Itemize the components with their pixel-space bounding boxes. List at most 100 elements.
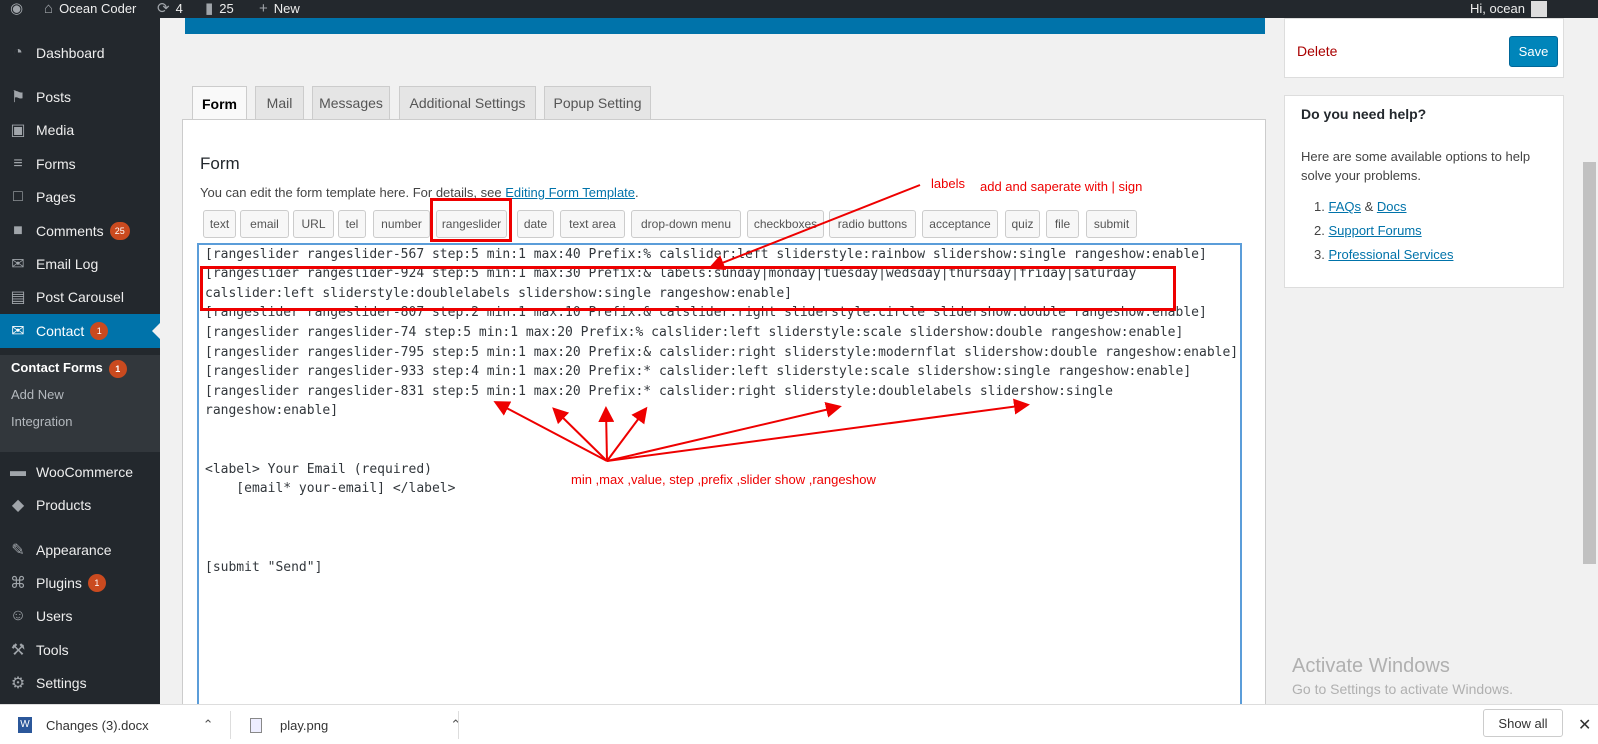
tag-button-file[interactable]: file xyxy=(1046,210,1079,238)
close-icon[interactable]: ✕ xyxy=(1578,705,1591,744)
help-text: Here are some available options to help … xyxy=(1301,149,1531,183)
professional-services-link[interactable]: Professional Services xyxy=(1328,247,1453,262)
notice-bar xyxy=(185,18,1265,34)
tab-mail[interactable]: Mail xyxy=(255,86,304,119)
pages-icon: □ xyxy=(13,188,23,205)
sidebar-item-pages[interactable]: □ Pages xyxy=(0,180,160,214)
tab-form[interactable]: Form xyxy=(192,86,247,120)
chevron-up-icon[interactable]: ⌃ xyxy=(450,717,461,733)
code-line: [rangeslider rangeslider-74 step:5 min:1… xyxy=(205,325,1184,340)
annotation-labels: labels xyxy=(931,176,965,191)
code-line: [rangeslider rangeslider-831 step:5 min:… xyxy=(205,384,1113,399)
forms-icon: ≡ xyxy=(13,155,23,172)
faqs-link[interactable]: FAQs xyxy=(1328,199,1361,214)
sidebar-item-label: WooCommerce xyxy=(36,464,133,480)
sidebar-item-contact[interactable]: ✉ Contact 1 xyxy=(0,314,160,348)
submenu-item-add-new[interactable]: Add New xyxy=(11,387,64,402)
help-title: Do you need help? xyxy=(1301,106,1427,122)
annotation-parameters-note: min ,max ,value, step ,prefix ,slider sh… xyxy=(571,472,876,487)
save-button[interactable]: Save xyxy=(1509,36,1558,67)
sidebar-item-dashboard[interactable]: ◔ Dashboard xyxy=(0,36,160,70)
download-item-png[interactable]: play.png ⌃ xyxy=(250,705,461,744)
sidebar-item-label: Forms xyxy=(36,156,76,172)
sidebar-item-forms[interactable]: ≡ Forms xyxy=(0,147,160,181)
mail-icon: ✉ xyxy=(11,323,25,340)
code-line: <label> Your Email (required) xyxy=(205,462,432,477)
count-badge: 25 xyxy=(109,222,130,240)
pin-icon: ⚑ xyxy=(10,89,26,106)
tag-button-number[interactable]: number xyxy=(373,210,430,238)
new-content-link[interactable]: + New xyxy=(259,0,300,18)
rangeslider-highlight-box xyxy=(430,198,512,242)
tag-button-radio-buttons[interactable]: radio buttons xyxy=(829,210,916,238)
sidebar-item-products[interactable]: ◆ Products xyxy=(0,488,160,522)
tab-popup-setting[interactable]: Popup Setting xyxy=(544,86,651,119)
tag-button-checkboxes[interactable]: checkboxes xyxy=(747,210,824,238)
sidebar-item-label: Post Carousel xyxy=(36,289,124,305)
tag-button-drop-down-menu[interactable]: drop-down menu xyxy=(631,210,741,238)
form-heading: Form xyxy=(200,154,240,173)
delete-link[interactable]: Delete xyxy=(1297,43,1337,59)
admin-bar: ◉ ⌂ Ocean Coder ⟳ 4 ▮ 25 + New Hi, ocean xyxy=(0,0,1598,18)
activate-windows-watermark: Activate Windows Go to Settings to activ… xyxy=(1292,655,1513,697)
carousel-icon: ▤ xyxy=(10,289,26,306)
sidebar-item-tools[interactable]: ⚒ Tools xyxy=(0,633,160,667)
sidebar-item-comments[interactable]: ■ Comments 25 xyxy=(0,214,160,248)
tag-button-text-area[interactable]: text area xyxy=(560,210,625,238)
code-line: rangeshow:enable] xyxy=(205,403,339,418)
show-all-button[interactable]: Show all xyxy=(1483,709,1563,737)
tag-button-text[interactable]: text xyxy=(203,210,236,238)
sidebar-item-label: Media xyxy=(36,122,75,138)
tag-button-url[interactable]: URL xyxy=(293,210,334,238)
support-forums-link[interactable]: Support Forums xyxy=(1328,223,1421,238)
users-icon: ☺ xyxy=(9,607,27,624)
download-item-docx[interactable]: W Changes (3).docx ⌃ xyxy=(18,705,214,744)
tag-button-tel[interactable]: tel xyxy=(338,210,366,238)
sidebar-item-appearance[interactable]: ✎ Appearance xyxy=(0,533,160,567)
code-line: [submit "Send"] xyxy=(205,560,323,575)
sidebar-item-label: Posts xyxy=(36,89,72,105)
code-line: [rangeslider rangeslider-795 step:5 min:… xyxy=(205,345,1239,360)
sidebar-item-settings[interactable]: ⚙ Settings xyxy=(0,666,160,700)
wordpress-logo-icon[interactable]: ◉ xyxy=(10,0,23,18)
tab-messages[interactable]: Messages xyxy=(312,86,390,119)
tag-button-quiz[interactable]: quiz xyxy=(1005,210,1040,238)
sidebar-item-plugins[interactable]: ⌘ Plugins 1 xyxy=(0,566,160,600)
sidebar-item-email-log[interactable]: ✉ Email Log xyxy=(0,247,160,281)
count-badge: 1 xyxy=(90,322,109,340)
tag-button-email[interactable]: email xyxy=(240,210,289,238)
tag-button-submit[interactable]: submit xyxy=(1086,210,1137,238)
count-badge: 1 xyxy=(108,360,127,378)
account-menu[interactable]: Hi, ocean xyxy=(1470,0,1547,18)
help-item-support: 2. Support Forums xyxy=(1314,223,1422,238)
sidebar-item-label: Pages xyxy=(36,189,76,205)
comment-bubble-icon: ▮ xyxy=(205,0,214,17)
sidebar-item-posts[interactable]: ⚑ Posts xyxy=(0,80,160,114)
sidebar-item-users[interactable]: ☺ Users xyxy=(0,599,160,633)
labels-line-highlight-box xyxy=(200,266,1176,311)
sidebar-item-media[interactable]: ▣ Media xyxy=(0,113,160,147)
avatar xyxy=(1530,1,1547,17)
tag-button-date[interactable]: date xyxy=(517,210,554,238)
tab-additional-settings[interactable]: Additional Settings xyxy=(399,86,536,119)
tools-icon: ⚒ xyxy=(10,642,26,659)
sidebar-item-woocommerce[interactable]: ▬ WooCommerce xyxy=(0,455,160,489)
woo-icon: ▬ xyxy=(10,463,26,480)
sidebar-item-label: Contact xyxy=(36,323,85,339)
plugin-icon: ⌘ xyxy=(10,575,26,592)
comments-link[interactable]: ▮ 25 xyxy=(205,0,234,18)
updates-link[interactable]: ⟳ 4 xyxy=(157,0,183,18)
editing-form-template-link[interactable]: Editing Form Template xyxy=(505,185,635,200)
scrollbar-thumb[interactable] xyxy=(1583,162,1596,564)
submenu-item-integration[interactable]: Integration xyxy=(11,414,72,429)
sidebar-item-label: Settings xyxy=(36,675,87,691)
sidebar-item-post-carousel[interactable]: ▤ Post Carousel xyxy=(0,280,160,314)
help-item-professional: 3. Professional Services xyxy=(1314,247,1454,262)
site-name-link[interactable]: ⌂ Ocean Coder xyxy=(44,0,136,18)
refresh-icon: ⟳ xyxy=(157,0,170,17)
submenu-item-contact-forms[interactable]: Contact Forms 1 xyxy=(11,360,127,378)
annotation-separator-note: add and saperate with | sign xyxy=(980,179,1143,194)
docs-link[interactable]: Docs xyxy=(1377,199,1407,214)
chevron-up-icon[interactable]: ⌃ xyxy=(203,717,214,733)
tag-button-acceptance[interactable]: acceptance xyxy=(922,210,998,238)
